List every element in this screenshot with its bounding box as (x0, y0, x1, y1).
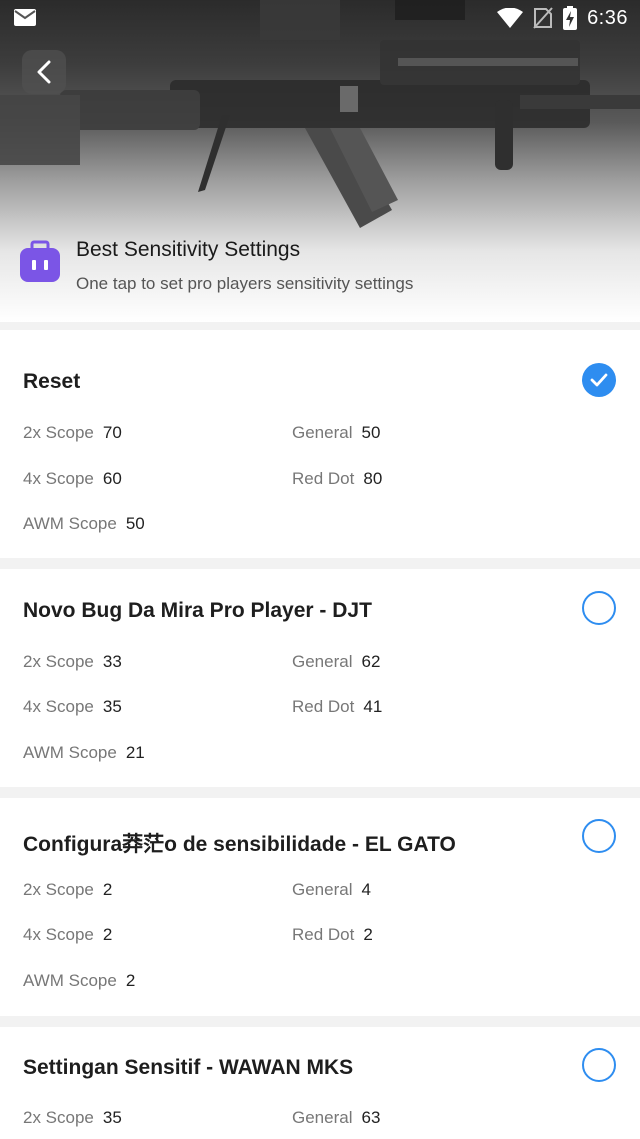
preset-card-reset[interactable]: Reset 2x Scope 70 General 50 4x Scope 60 Re… (0, 330, 640, 558)
stat-2x-scope: 2x Scope 33 (23, 652, 122, 671)
stat-general: General 50 (292, 423, 381, 442)
preset-card-djt[interactable]: Novo Bug Da Mira Pro Player - DJT 2x Sco… (0, 569, 640, 787)
header-banner: 6:36 Best Sensitivity Settings One tap t… (0, 0, 640, 322)
preset-title: Configura莽茫o de sensibilidade - EL GATO (23, 833, 456, 856)
stat-4x-scope: 4x Scope 35 (23, 697, 122, 716)
unselected-radio[interactable] (582, 819, 616, 853)
stat-2x-scope: 2x Scope 2 (23, 880, 113, 899)
unselected-radio[interactable] (582, 591, 616, 625)
stat-2x-scope: 2x Scope 70 (23, 423, 122, 442)
stat-general: General 63 (292, 1108, 381, 1127)
stat-awm-scope: AWM Scope 50 (23, 514, 145, 533)
preset-title: Novo Bug Da Mira Pro Player - DJT (23, 599, 372, 622)
stat-red-dot: Red Dot 80 (292, 469, 383, 488)
stat-4x-scope: 4x Scope 60 (23, 469, 122, 488)
stat-red-dot: Red Dot 2 (292, 925, 373, 944)
stat-4x-scope: 4x Scope 2 (23, 925, 113, 944)
stat-general: General 62 (292, 652, 381, 671)
preset-title: Settingan Sensitif - WAWAN MKS (23, 1056, 354, 1079)
page-subtitle: One tap to set pro players sensitivity s… (76, 274, 414, 293)
stat-2x-scope: 2x Scope 35 (23, 1108, 122, 1127)
selected-radio[interactable] (582, 363, 616, 397)
check-icon (590, 373, 608, 387)
status-bar: 6:36 (0, 0, 640, 38)
battery-charging-icon (563, 6, 578, 30)
preset-card-wawan-mks[interactable]: Settingan Sensitif - WAWAN MKS 2x Scope 3… (0, 1027, 640, 1139)
stat-awm-scope: AWM Scope 2 (23, 971, 136, 990)
chevron-left-icon (37, 60, 51, 84)
briefcase-icon (20, 240, 60, 282)
wifi-icon (497, 8, 524, 28)
page-title: Best Sensitivity Settings (76, 238, 301, 261)
preset-title: Reset (23, 370, 81, 393)
unselected-radio[interactable] (582, 1048, 616, 1082)
stat-red-dot: Red Dot 41 (292, 697, 383, 716)
stat-awm-scope: AWM Scope 21 (23, 743, 145, 762)
preset-card-el-gato[interactable]: Configura莽茫o de sensibilidade - EL GATO … (0, 798, 640, 1016)
no-sim-icon (533, 7, 553, 29)
mail-icon (14, 9, 36, 26)
stat-general: General 4 (292, 880, 371, 899)
status-time: 6:36 (587, 6, 628, 29)
back-button[interactable] (22, 50, 66, 94)
